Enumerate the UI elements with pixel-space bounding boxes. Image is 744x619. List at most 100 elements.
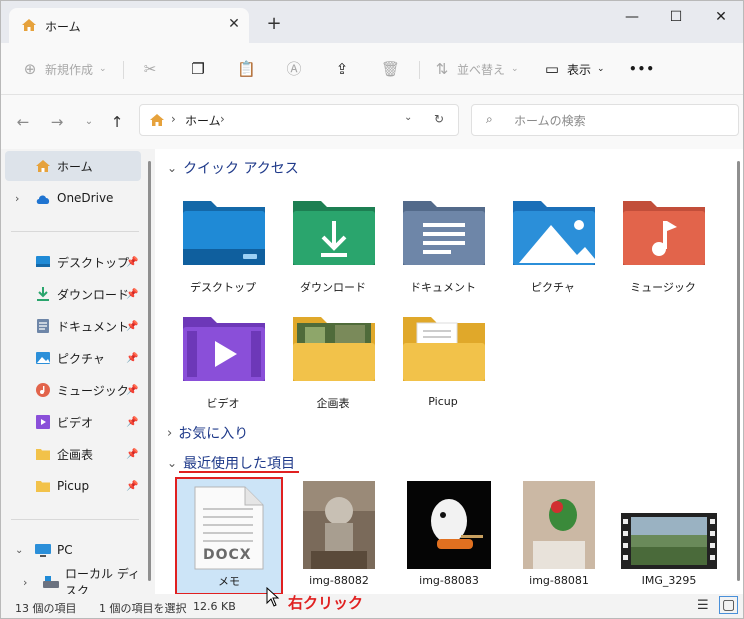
refresh-icon[interactable]: ↻ (434, 112, 444, 126)
chevron-right-icon[interactable]: › (15, 192, 19, 205)
recent-item-img-88083[interactable]: img-88083 (399, 479, 499, 595)
chevron-down-icon: ⌄ (167, 161, 178, 175)
favorites-header[interactable]: › お気に入り (167, 423, 248, 443)
rename-button[interactable]: Ⓐ (285, 57, 303, 81)
sidebar-item-label: ダウンロード (57, 287, 130, 302)
quick-access-documents[interactable]: ドキュメント (391, 197, 495, 307)
divider (11, 519, 139, 520)
quick-access-header[interactable]: ⌄ クイック アクセス (167, 158, 299, 178)
desktop-folder-icon (183, 201, 265, 265)
sidebar-item-label: PC (57, 543, 73, 557)
divider (11, 231, 139, 232)
tab-home[interactable]: ホーム ✕ (9, 8, 249, 43)
maximize-button[interactable]: ☐ (661, 7, 691, 27)
tiles-view-icon[interactable]: ▢ (719, 596, 739, 614)
recent-item-img-88081[interactable]: img-88081 (509, 479, 609, 595)
close-window-button[interactable]: ✕ (706, 7, 736, 27)
recent-locations-chevron-icon[interactable]: ⌄ (79, 113, 99, 131)
divider (419, 61, 420, 79)
view-button[interactable]: ▭ 表示 ⌄ (543, 57, 605, 81)
close-tab-icon[interactable]: ✕ (225, 15, 243, 33)
sidebar-scrollbar[interactable] (148, 161, 151, 581)
sidebar-item-label: デスクトップ (57, 255, 130, 270)
details-view-icon[interactable]: ☰ (697, 598, 709, 613)
sidebar-item-downloads[interactable]: ダウンロード 📌 (1, 279, 141, 309)
breadcrumb-home[interactable]: ホーム (185, 112, 221, 129)
chevron-down-icon: ⌄ (597, 64, 605, 74)
sidebar-item-local-disk[interactable]: › ローカル ディスク (1, 567, 141, 598)
folder-label: ピクチャ (531, 281, 575, 294)
chevron-down-icon[interactable]: ⌄ (404, 112, 412, 123)
pin-icon[interactable]: 📌 (126, 321, 138, 332)
pin-icon[interactable]: 📌 (126, 353, 138, 364)
trash-icon: 🗑 (381, 60, 401, 78)
chevron-right-icon[interactable]: › (23, 576, 27, 589)
sidebar-item-label: ドキュメント (57, 319, 130, 334)
sidebar-item-kikakuhyo[interactable]: 企画表 📌 (1, 439, 141, 469)
sidebar-item-pictures[interactable]: ピクチャ 📌 (1, 343, 141, 373)
navigation-pane: ホーム › OneDrive デスクトップ 📌 ダウンロード 📌 ドキュメント … (1, 149, 155, 598)
file-label: img-88082 (309, 574, 369, 587)
quick-access-picup[interactable]: Picup (391, 313, 495, 423)
quick-access-videos[interactable]: ビデオ (171, 313, 275, 423)
new-tab-button[interactable]: + (263, 13, 285, 35)
recent-header[interactable]: ⌄ 最近使用した項目 (167, 453, 295, 473)
share-button[interactable]: ⇪ (333, 57, 351, 81)
up-arrow-icon[interactable]: ↑ (107, 113, 127, 131)
cut-button[interactable]: ✂ (141, 57, 159, 81)
folder-label: ミュージック (630, 281, 696, 294)
pin-icon[interactable]: 📌 (126, 385, 138, 396)
quick-access-downloads[interactable]: ダウンロード (281, 197, 385, 307)
sidebar-item-desktop[interactable]: デスクトップ 📌 (1, 247, 141, 277)
sidebar-item-picup[interactable]: Picup 📌 (1, 471, 141, 501)
folder-label: ダウンロード (300, 281, 366, 294)
folder-label: デスクトップ (190, 281, 256, 294)
home-icon (36, 160, 50, 172)
sort-icon: ⇅ (435, 60, 449, 78)
recent-item-memo[interactable]: DOCX メモ (175, 477, 283, 595)
recent-item-img-3295[interactable]: IMG_3295 (619, 479, 719, 595)
pin-icon[interactable]: 📌 (126, 417, 138, 428)
back-arrow-icon[interactable]: ← (13, 113, 33, 131)
folder-label: ビデオ (206, 397, 240, 410)
pin-icon[interactable]: 📌 (126, 449, 138, 460)
sidebar-item-documents[interactable]: ドキュメント 📌 (1, 311, 141, 341)
more-button[interactable]: ••• (629, 57, 655, 81)
quick-access-music[interactable]: ミュージック (611, 197, 715, 307)
pin-icon[interactable]: 📌 (126, 289, 138, 300)
breadcrumb-separator: › (220, 112, 225, 126)
chevron-down-icon[interactable]: ⌄ (15, 545, 23, 556)
folder-with-files-icon (403, 317, 485, 381)
delete-button[interactable]: 🗑 (381, 57, 401, 81)
sidebar-item-home[interactable]: ホーム (5, 151, 141, 181)
pin-icon[interactable]: 📌 (126, 481, 138, 492)
music-folder-icon (623, 201, 705, 265)
new-button[interactable]: ⊕ 新規作成 ⌄ (21, 57, 107, 81)
sidebar-item-label: 企画表 (57, 447, 94, 462)
search-box[interactable]: ⌕ ホームの検索 (471, 104, 739, 136)
sidebar-item-label: ホーム (57, 159, 93, 174)
forward-arrow-icon[interactable]: → (47, 113, 67, 131)
download-folder-icon (293, 201, 375, 265)
quick-access-pictures[interactable]: ピクチャ (501, 197, 605, 307)
content-scrollbar[interactable] (737, 161, 740, 581)
pin-icon[interactable]: 📌 (126, 257, 138, 268)
paste-button[interactable]: 📋 (237, 57, 256, 81)
explorer-window: ホーム ✕ + — ☐ ✕ ⊕ 新規作成 ⌄ ✂ ❐ 📋 Ⓐ ⇪ 🗑 ⇅ 並べ替… (0, 0, 744, 619)
heading-underline-annotation (179, 471, 299, 473)
download-icon (37, 287, 49, 301)
videos-folder-icon (183, 317, 265, 381)
address-bar[interactable]: › ホーム › ⌄ ↻ (139, 104, 459, 136)
sidebar-item-videos[interactable]: ビデオ 📌 (1, 407, 141, 437)
quick-access-kikakuhyo[interactable]: 企画表 (281, 313, 385, 423)
quick-access-desktop[interactable]: デスクトップ (171, 197, 275, 307)
file-label: IMG_3295 (641, 574, 697, 587)
recent-item-img-88082[interactable]: img-88082 (289, 479, 389, 595)
minimize-button[interactable]: — (617, 7, 647, 27)
copy-button[interactable]: ❐ (189, 57, 207, 81)
sidebar-item-onedrive[interactable]: › OneDrive (1, 183, 141, 213)
sidebar-item-pc[interactable]: ⌄ PC (1, 535, 141, 565)
cloud-icon (36, 195, 50, 204)
sidebar-item-music[interactable]: ミュージック 📌 (1, 375, 141, 405)
sort-button[interactable]: ⇅ 並べ替え ⌄ (433, 57, 519, 81)
